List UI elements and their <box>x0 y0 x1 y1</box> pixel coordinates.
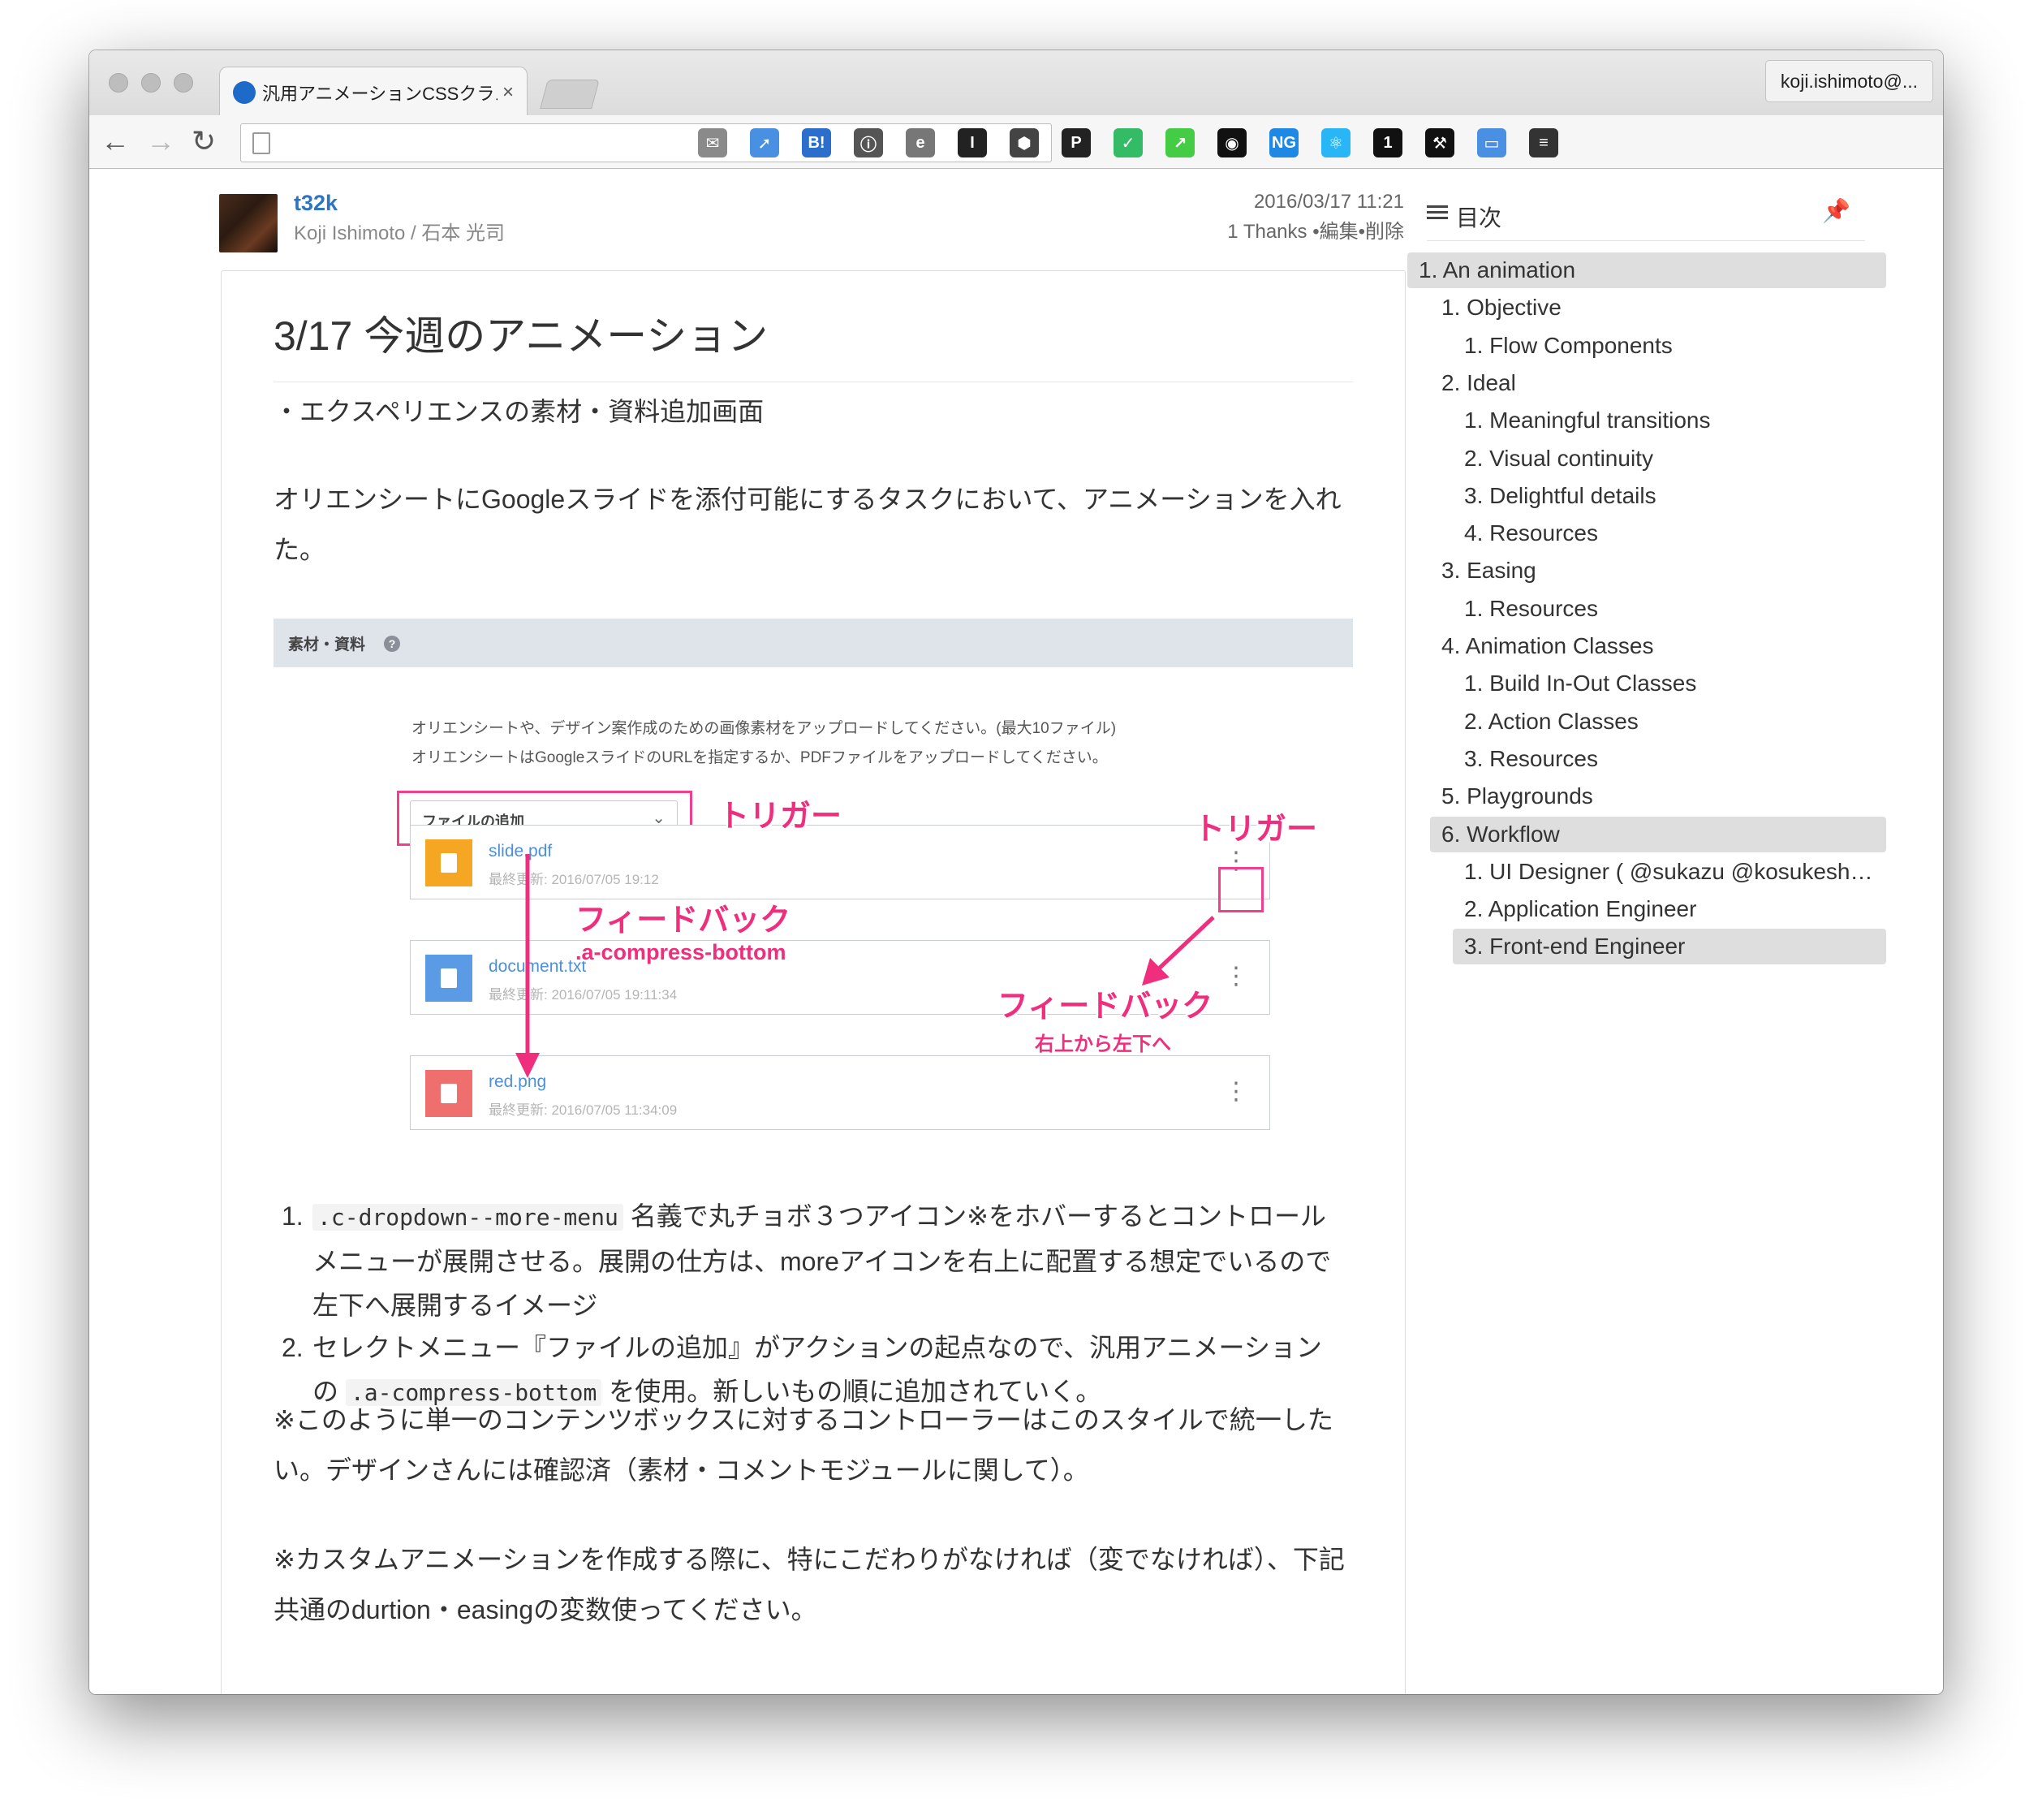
pushbullet-icon[interactable]: ➚ <box>750 128 779 157</box>
annotation-direction-note: 右上から左下へ <box>1035 1033 1171 1055</box>
list-item-number: 2. <box>282 1333 304 1362</box>
toc-item[interactable]: 1. Objective <box>1430 290 1886 326</box>
note-paragraph-2: ※カスタムアニメーションを作成する際に、特にこだわりがなければ（変でなければ）、… <box>274 1545 1345 1624</box>
toc-item[interactable]: 1. Meaningful transitions <box>1453 403 1886 438</box>
new-tab-button[interactable] <box>540 80 600 109</box>
inline-code: .c-dropdown--more-menu <box>312 1204 623 1231</box>
1password-icon[interactable]: ⓘ <box>854 128 883 157</box>
toc-item[interactable]: 1. Build In-Out Classes <box>1453 666 1886 701</box>
toc-item[interactable]: 2. Visual continuity <box>1453 441 1886 477</box>
post-date: 2016/03/17 11:21 <box>1253 191 1404 213</box>
browser-window: 汎用アニメーションCSSクラス × koji.ishimoto@... ← → … <box>89 50 1943 1694</box>
pocket-icon[interactable]: P <box>1062 128 1091 157</box>
window-resizer-icon[interactable]: ▭ <box>1477 128 1506 157</box>
toc-item[interactable]: 3. Resources <box>1453 741 1886 777</box>
tab-title: 汎用アニメーションCSSクラス <box>262 83 498 104</box>
hammer-icon[interactable]: ⚒ <box>1425 128 1454 157</box>
reload-icon[interactable]: ↻ <box>192 125 216 157</box>
todoist-icon[interactable]: ✓ <box>1114 128 1143 157</box>
zoom-window-button[interactable] <box>174 73 193 93</box>
sketch-icon[interactable]: ⬢ <box>1010 128 1039 157</box>
profile-button[interactable]: koji.ishimoto@... <box>1764 60 1933 102</box>
ng-inspector-icon[interactable]: NG <box>1269 128 1299 157</box>
toc-title: 目次 <box>1456 205 1502 231</box>
toc-item[interactable]: 3. Delightful details <box>1453 478 1886 514</box>
avatar[interactable] <box>219 194 278 252</box>
charts-icon[interactable]: ↗ <box>1165 128 1195 157</box>
annotation-feedback-right: フィードバック <box>997 990 1213 1024</box>
browser-toolbar: ← → ↻ ☆ ✉➚B!ⓘeI⬢P✓↗◉NG⚛1⚒▭≡ <box>89 115 1943 169</box>
annotation-trigger-left: トリガー <box>718 800 842 834</box>
toc-item[interactable]: 1. Flow Components <box>1453 328 1886 364</box>
toc-item[interactable]: 2. Action Classes <box>1453 704 1886 740</box>
instapaper-icon[interactable]: I <box>958 128 987 157</box>
color-picker-icon[interactable]: ◉ <box>1217 128 1247 157</box>
screenshot-figure: 素材・資料 ? オリエンシートや、デザイン案作成のための画像素材をアップロードし… <box>274 619 1353 1138</box>
list-item-text: .c-dropdown--more-menu 名義で丸チョボ３つアイコン※をホバ… <box>312 1194 1343 1327</box>
favicon-icon <box>233 80 256 104</box>
article-paragraph: オリエンシートにGoogleスライドを添付可能にするタスクにおいて、アニメーショ… <box>274 485 1342 564</box>
toc-item[interactable]: 3. Easing <box>1430 553 1886 589</box>
annotation-feedback-left: フィードバック <box>575 904 791 938</box>
pin-icon[interactable]: 📌 <box>1822 197 1850 224</box>
toc-item[interactable]: 2. Ideal <box>1430 365 1886 401</box>
tab-close-icon[interactable]: × <box>502 81 514 104</box>
article-intro: ・エクスペリエンスの素材・資料追加画面 <box>274 397 765 426</box>
list-item-number: 1. <box>282 1201 304 1231</box>
page-title: 3/17 今週のアニメーション <box>274 304 1353 382</box>
author-username[interactable]: t32k <box>294 191 338 216</box>
list-icon <box>1427 205 1448 223</box>
page-content: t32k Koji Ishimoto / 石本 光司 2016/03/17 11… <box>89 170 1943 1694</box>
one-icon[interactable]: 1 <box>1373 128 1402 157</box>
toc-item[interactable]: 1. Resources <box>1453 591 1886 627</box>
page-icon <box>252 132 270 154</box>
back-icon[interactable]: ← <box>101 125 130 157</box>
diagonal-arrow <box>1157 916 1215 971</box>
title-bar: 汎用アニメーションCSSクラス × koji.ishimoto@... <box>89 50 1943 117</box>
toc-item[interactable]: 1. An animation <box>1407 252 1886 288</box>
article-card: 3/17 今週のアニメーション ・エクスペリエンスの素材・資料追加画面 オリエン… <box>221 270 1406 1694</box>
annotation-trigger-right: トリガー <box>1194 813 1318 847</box>
author-full-name: Koji Ishimoto / 石本 光司 <box>294 222 506 244</box>
annotation-arrows <box>515 854 1215 1078</box>
toc-item[interactable]: 5. Playgrounds <box>1430 778 1886 814</box>
react-devtools-icon[interactable]: ⚛ <box>1321 128 1351 157</box>
toc-item[interactable]: 4. Animation Classes <box>1430 628 1886 664</box>
toc-item[interactable]: 1. UI Designer ( @sukazu @kosukesh… <box>1453 854 1886 890</box>
menu-icon[interactable]: ≡ <box>1529 128 1558 157</box>
forward-icon[interactable]: → <box>146 125 175 157</box>
toc-item[interactable]: 2. Application Engineer <box>1453 891 1886 927</box>
annotation-feedback-class: .a-compress-bottom <box>575 940 786 964</box>
post-actions[interactable]: 1 Thanks •編集•削除 <box>1227 215 1404 244</box>
note-paragraph-1: ※このように単一のコンテンツボックスに対するコントローラーはこのスタイルで統一し… <box>274 1405 1333 1485</box>
down-arrow-head <box>515 1053 540 1078</box>
minimize-window-button[interactable] <box>141 73 161 93</box>
close-window-button[interactable] <box>109 73 128 93</box>
gmail-checker-icon[interactable]: ✉ <box>698 128 727 157</box>
toc-item[interactable]: 3. Front-end Engineer <box>1453 929 1886 965</box>
evernote-icon[interactable]: e <box>906 128 935 157</box>
toc-header: 目次 📌 <box>1427 194 1865 241</box>
browser-tab[interactable]: 汎用アニメーションCSSクラス × <box>219 67 528 117</box>
toc-item[interactable]: 4. Resources <box>1453 515 1886 551</box>
toc-item[interactable]: 6. Workflow <box>1430 816 1886 852</box>
hatena-bookmark-icon[interactable]: B! <box>802 128 831 157</box>
